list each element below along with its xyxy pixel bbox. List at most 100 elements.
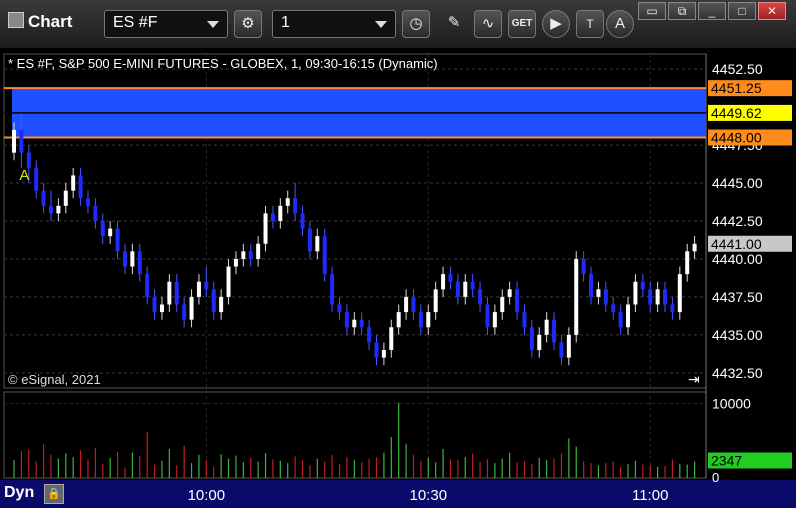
study-wave-icon[interactable]: ∿: [474, 10, 502, 38]
candle-body: [685, 251, 690, 275]
candle-body: [211, 289, 216, 313]
candle-body: [352, 319, 357, 328]
candle-body: [159, 304, 164, 313]
candle-body: [478, 289, 483, 305]
minimize-tray-button[interactable]: ▭: [638, 2, 666, 20]
candle-body: [85, 198, 90, 206]
candle-body: [19, 129, 24, 153]
close-button[interactable]: ✕: [758, 2, 786, 20]
candle-body: [233, 258, 238, 267]
candle-body: [433, 289, 438, 313]
candle-body: [270, 213, 275, 221]
candle-body: [455, 281, 460, 297]
candle-body: [537, 334, 542, 351]
candle-body: [100, 221, 105, 237]
candle-body: [648, 289, 653, 305]
candle-body: [307, 228, 312, 252]
price-axis-label: 4452.50: [712, 61, 763, 77]
candle-body: [692, 243, 697, 252]
candle-body: [93, 205, 98, 221]
lower-band-tag: 4448.00: [711, 130, 762, 146]
candle-body: [633, 281, 638, 305]
clock-icon[interactable]: ◷: [402, 10, 430, 38]
candle-body: [196, 281, 201, 297]
interval-value: 1: [281, 14, 290, 31]
candle-body: [115, 228, 120, 252]
candle-body: [559, 342, 564, 358]
pencil-draw-icon[interactable]: ✎: [440, 10, 468, 38]
candle-body: [677, 274, 682, 313]
text-tool-icon[interactable]: T: [576, 10, 604, 38]
candle-body: [122, 251, 127, 267]
chart-header: * ES #F, S&P 500 E-MINI FUTURES - GLOBEX…: [8, 56, 438, 71]
maximize-button[interactable]: □: [728, 2, 756, 20]
candle-body: [470, 281, 475, 290]
lock-icon[interactable]: 🔒: [44, 484, 64, 504]
restore-button[interactable]: ⧉: [668, 2, 696, 20]
candle-body: [544, 319, 549, 335]
price-axis-label: 4440.00: [712, 251, 763, 267]
interval-combo[interactable]: 1: [272, 10, 396, 38]
candle-body: [226, 266, 231, 297]
minimize-button[interactable]: _: [698, 2, 726, 20]
time-axis-label: 10:00: [188, 487, 226, 504]
candle-body: [337, 304, 342, 313]
volume-axis-label: 10000: [712, 395, 751, 411]
dyn-label: Dyn: [4, 484, 35, 501]
candle-body: [448, 274, 453, 282]
candle-body: [515, 289, 520, 313]
candle-body: [663, 289, 668, 305]
candle-body: [574, 258, 579, 335]
title-bar: Chart ES #F ⚙ 1 ◷ ✎ ∿ GET ▶ T A ▭ ⧉ _ □ …: [0, 0, 796, 49]
alert-icon[interactable]: A: [606, 10, 634, 38]
candle-body: [293, 198, 298, 214]
candle-body: [492, 312, 497, 328]
candle-body: [300, 213, 305, 229]
candle-body: [463, 281, 468, 297]
time-axis-label: 10:30: [410, 487, 448, 504]
candle-body: [374, 342, 379, 358]
time-axis-label: 11:00: [632, 487, 668, 504]
candle-body: [41, 190, 46, 206]
candle-body: [566, 334, 571, 358]
candle-body: [63, 190, 68, 206]
candle-body: [12, 129, 16, 153]
candle-body: [522, 312, 527, 328]
candle-body: [618, 312, 623, 328]
price-axis-label: 4437.50: [712, 289, 763, 305]
candle-body: [48, 205, 53, 214]
copyright-text: © eSignal, 2021: [8, 372, 101, 387]
candle-body: [315, 236, 320, 252]
candle-body: [204, 281, 209, 290]
price-chart[interactable]: 4452.504447.504445.004442.504440.004437.…: [0, 48, 796, 508]
candle-body: [137, 251, 142, 275]
candle-body: [529, 327, 534, 351]
candle-body: [418, 312, 423, 328]
candle-body: [389, 327, 394, 351]
candle-body: [507, 289, 512, 297]
candle-body: [441, 274, 446, 290]
candle-body: [344, 312, 349, 328]
candle-body: [359, 319, 364, 328]
scroll-to-end-icon[interactable]: ⇥: [688, 372, 700, 388]
get-data-icon[interactable]: GET: [508, 10, 536, 38]
volume-tag: 2347: [711, 453, 742, 469]
price-axis-label: 4442.50: [712, 213, 763, 229]
window-title-text: Chart: [28, 12, 73, 31]
cursor-price-tag: 4441.00: [711, 236, 762, 252]
candle-body: [603, 289, 608, 305]
candle-body: [381, 350, 386, 358]
candle-body: [330, 274, 335, 305]
settings-gear-icon[interactable]: ⚙: [234, 10, 262, 38]
candle-body: [152, 296, 157, 313]
candle-body: [263, 213, 268, 244]
time-axis-bar: [0, 480, 796, 508]
play-replay-icon[interactable]: ▶: [542, 10, 570, 38]
candle-body: [189, 296, 194, 320]
candle-body: [278, 205, 283, 221]
symbol-combo[interactable]: ES #F: [104, 10, 228, 38]
candle-body: [174, 281, 179, 305]
last-price-tag: 4449.62: [711, 105, 762, 121]
candle-body: [396, 312, 401, 328]
window-title: Chart: [8, 12, 72, 32]
